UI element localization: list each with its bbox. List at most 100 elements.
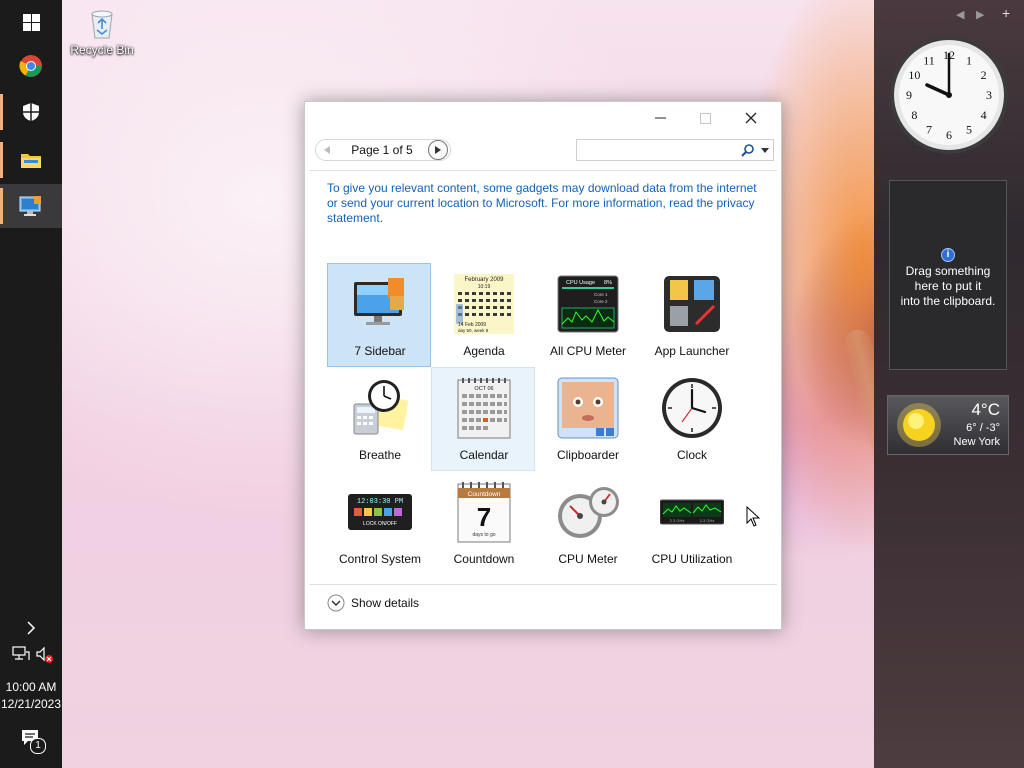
clipboard-gadget[interactable]: i Drag something here to put it into the… [889,180,1007,370]
control-time-text: 12:03:30 PM [357,498,403,506]
clock-icon [662,378,722,438]
gadget-tile-control-system[interactable]: 12:03:30 PM LOCK ON/OFF Control System [327,471,431,575]
gadget-search-input[interactable] [579,142,735,158]
recycle-bin-shortcut[interactable]: Recycle Bin [68,8,136,57]
privacy-notice[interactable]: To give you relevant content, some gadge… [327,181,757,226]
cpu-utilization-icon: 2.3 GHz 2.3 GHz [660,499,724,525]
control-lock-text: LOCK ON/OFF [363,521,397,527]
clipboard-text-2: here to put it [914,279,982,293]
close-button[interactable] [729,104,773,132]
gadget-tile-clipboarder[interactable]: Clipboarder [535,367,639,471]
search-icon[interactable] [741,144,754,157]
start-button[interactable] [0,0,62,44]
mouse-cursor-icon [746,506,760,527]
sidebar-next-button[interactable]: ▶ [976,8,984,21]
gadget-tile-agenda[interactable]: February 2009 10:19 14 Feb 2009 day 50, … [431,263,535,367]
show-details-label: Show details [351,596,420,610]
weather-gadget[interactable]: 4°C 6° / -3° New York [887,395,1009,455]
gadget-name: Agenda [463,344,505,358]
clock-numeral: 11 [923,53,935,67]
network-icon [12,646,30,660]
gadget-tile-countdown[interactable]: Countdown 7 days to go Countdown [431,471,535,575]
chevron-down-icon[interactable] [761,148,769,153]
chevron-down-circle-icon [327,594,345,612]
agenda-time-text: 10:19 [478,284,491,290]
agenda-icon: February 2009 10:19 14 Feb 2009 day 50, … [454,274,514,334]
maximize-icon [699,112,711,124]
header-divider [309,170,777,171]
gadget-tile-all-cpu-meter[interactable]: CPU Usage 8% Core 1 Core 2 All CPU Meter [535,263,639,367]
tray-date[interactable]: 12/21/2023 [0,697,62,711]
clock-numeral: 3 [986,88,992,102]
gadget-tile-clock[interactable]: Clock [639,367,743,471]
monitor-icon [19,196,41,216]
gadget-tile-cpu-meter[interactable]: CPU Meter [535,471,639,575]
app-launcher-icon [664,276,720,332]
clock-numeral: 6 [946,128,952,142]
gadget-tile-cpu-utilization[interactable]: 2.3 GHz 2.3 GHz CPU Utilization [639,471,743,575]
gadget-search [576,139,774,161]
recycle-bin-icon [91,10,113,39]
clock-numeral: 10 [908,68,920,82]
flower-stem [842,326,874,768]
gadget-tile-app-launcher[interactable]: App Launcher [639,263,743,367]
countdown-icon: Countdown 7 days to go [457,482,511,543]
footer-divider [309,584,777,585]
show-details-toggle[interactable]: Show details [327,594,419,612]
action-center-button[interactable]: 1 [20,728,46,754]
gadget-tile-calendar[interactable]: OCT 06 Calendar [431,367,535,471]
gadget-name: Breathe [358,448,402,462]
countdown-number-text: 7 [477,502,491,532]
gadget-name: App Launcher [654,344,730,358]
control-system-icon: 12:03:30 PM LOCK ON/OFF [348,494,412,530]
clock-numeral: 8 [911,108,917,122]
gadget-name: Calendar [459,448,509,462]
chrome-icon [19,55,42,77]
cpu-graph-icon: CPU Usage 8% Core 1 Core 2 [557,275,619,333]
countdown-caption-text: days to go [472,532,495,538]
gadget-name: Clock [676,448,707,462]
sidebar-add-button[interactable]: + [1002,5,1010,21]
weather-temperature: 4°C [971,400,1000,419]
info-icon: i [941,248,955,262]
gadget-tile-breathe[interactable]: Breathe [327,367,431,471]
network-tray[interactable] [12,646,30,665]
minimize-icon [654,117,666,119]
shield-icon [23,103,39,121]
cpu-core1-text: Core 1 [594,292,608,297]
taskbar-security[interactable] [0,90,62,134]
gadget-name: Clipboarder [556,448,620,462]
prev-page-button[interactable] [318,141,336,159]
tray-time[interactable]: 10:00 AM [0,680,62,694]
volume-tray[interactable] [36,646,54,667]
tray-expand[interactable] [0,608,62,648]
taskbar-file-explorer[interactable] [0,138,62,182]
clock-numeral: 7 [926,123,932,137]
agenda-month-text: February 2009 [464,277,504,283]
gadget-gallery-window: Page 1 of 5 To give you relevant content… [304,101,782,630]
gadget-tile-7-sidebar[interactable]: 7 Sidebar [327,263,431,367]
clock-numeral: 5 [966,123,972,137]
sidebar-prev-button[interactable]: ◀ [956,8,964,21]
minimize-button[interactable] [638,104,682,132]
clock-numeral: 2 [981,68,987,82]
next-page-button[interactable] [428,140,448,160]
taskbar-chrome[interactable] [0,44,62,88]
gadget-name: CPU Meter [558,552,618,566]
gadget-name: 7 Sidebar [354,344,406,358]
gadget-sidebar: ◀ ▶ + 121234567891011 i Drag something h… [874,0,1024,768]
maximize-button[interactable] [683,104,727,132]
clock-numeral: 4 [981,108,987,122]
taskbar-desktop-gadgets[interactable] [0,184,62,228]
clipboard-text-1: Drag something [905,264,991,278]
cpu-core2-text: Core 2 [594,299,608,304]
gadget-name: CPU Utilization [651,552,733,566]
gadget-name: Countdown [453,552,515,566]
gadget-name: All CPU Meter [549,344,626,358]
clock-gadget[interactable]: 121234567891011 [888,34,1010,156]
chevron-right-icon [27,621,36,635]
triangle-right-icon [435,146,441,154]
clock-numeral: 1 [966,53,972,67]
notification-count-badge: 1 [30,738,46,754]
recycle-bin-label: Recycle Bin [70,43,134,57]
